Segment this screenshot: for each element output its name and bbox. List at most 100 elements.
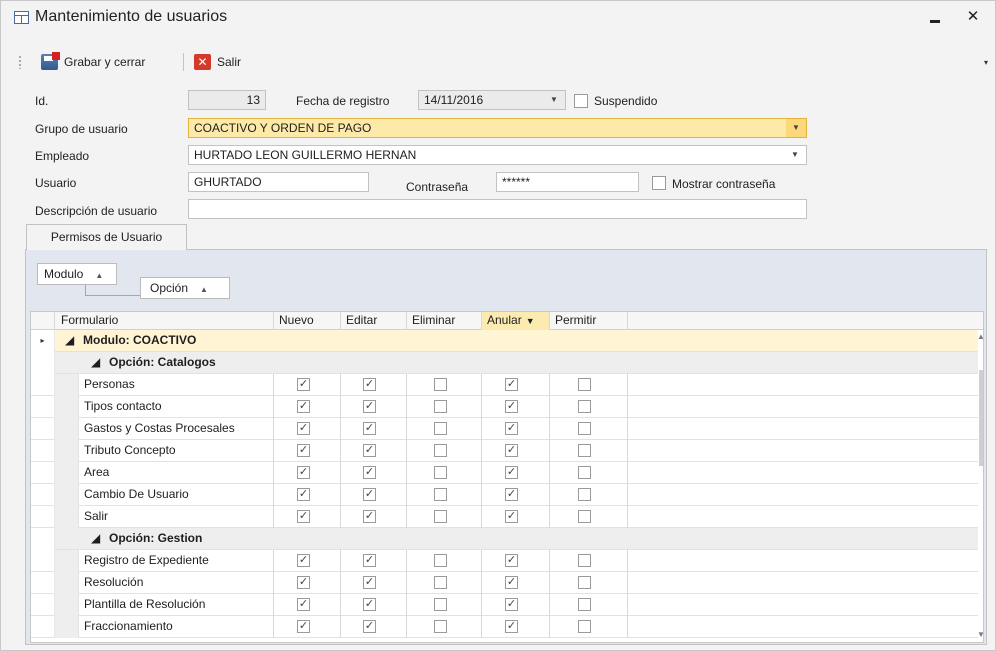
expand-icon[interactable]: ◢ [91,528,100,550]
group-row-modulo[interactable]: ▸ ◢ Modulo: COACTIVO [31,330,981,352]
table-row[interactable]: Tipos contacto ✓ ✓ ✓ [31,396,981,418]
column-header-editar[interactable]: Editar [341,312,407,330]
grupo-usuario-select[interactable]: COACTIVO Y ORDEN DE PAGO ▼ [188,118,807,138]
group-by-opcion-chip[interactable]: Opción ▲ [140,277,230,299]
column-header-nuevo[interactable]: Nuevo [274,312,341,330]
editar-checkbox[interactable]: ✓ [363,554,376,567]
editar-checkbox[interactable]: ✓ [363,378,376,391]
editar-checkbox[interactable]: ✓ [363,444,376,457]
nuevo-checkbox[interactable]: ✓ [297,378,310,391]
table-row[interactable]: Registro de Expediente ✓ ✓ ✓ [31,550,981,572]
editar-checkbox[interactable]: ✓ [363,466,376,479]
contrasena-input[interactable]: ****** [496,172,639,192]
suspendido-checkbox[interactable] [574,94,588,108]
anular-checkbox[interactable]: ✓ [505,598,518,611]
eliminar-checkbox[interactable] [434,620,447,633]
anular-checkbox[interactable]: ✓ [505,554,518,567]
anular-checkbox[interactable]: ✓ [505,620,518,633]
column-header-eliminar[interactable]: Eliminar [407,312,482,330]
eliminar-checkbox[interactable] [434,378,447,391]
anular-checkbox[interactable]: ✓ [505,466,518,479]
table-row[interactable]: Area ✓ ✓ ✓ [31,462,981,484]
editar-checkbox[interactable]: ✓ [363,576,376,589]
tab-permisos-usuario[interactable]: Permisos de Usuario [26,224,187,250]
scroll-thumb[interactable] [979,370,983,466]
table-row[interactable]: Plantilla de Resolución ✓ ✓ ✓ [31,594,981,616]
table-row[interactable]: Personas ✓ ✓ ✓ [31,374,981,396]
editar-checkbox[interactable]: ✓ [363,620,376,633]
nuevo-checkbox[interactable]: ✓ [297,598,310,611]
group-row-gestion[interactable]: ◢ Opción: Gestion [31,528,981,550]
filter-icon[interactable]: ▼ [526,316,535,326]
permitir-checkbox[interactable] [578,378,591,391]
anular-checkbox[interactable]: ✓ [505,488,518,501]
nuevo-checkbox[interactable]: ✓ [297,620,310,633]
group-by-modulo-chip[interactable]: Modulo ▲ [37,263,117,285]
table-row[interactable]: Tributo Concepto ✓ ✓ ✓ [31,440,981,462]
permitir-checkbox[interactable] [578,488,591,501]
eliminar-checkbox[interactable] [434,422,447,435]
permitir-checkbox[interactable] [578,400,591,413]
nuevo-checkbox[interactable]: ✓ [297,466,310,479]
chevron-down-icon[interactable]: ▼ [786,146,804,164]
nuevo-checkbox[interactable]: ✓ [297,488,310,501]
nuevo-checkbox[interactable]: ✓ [297,554,310,567]
eliminar-checkbox[interactable] [434,554,447,567]
column-header-permitir[interactable]: Permitir [550,312,628,330]
empleado-select[interactable]: HURTADO LEON GUILLERMO HERNAN ▼ [188,145,807,165]
permitir-checkbox[interactable] [578,422,591,435]
permitir-checkbox[interactable] [578,576,591,589]
anular-checkbox[interactable]: ✓ [505,510,518,523]
toolbar-overflow-icon[interactable]: ▾ [984,59,993,67]
nuevo-checkbox[interactable]: ✓ [297,400,310,413]
table-row[interactable]: Gastos y Costas Procesales ✓ ✓ ✓ [31,418,981,440]
expand-icon[interactable]: ◢ [91,352,100,374]
permitir-checkbox[interactable] [578,466,591,479]
mostrar-contrasena-checkbox[interactable] [652,176,666,190]
editar-checkbox[interactable]: ✓ [363,510,376,523]
editar-checkbox[interactable]: ✓ [363,598,376,611]
permitir-checkbox[interactable] [578,620,591,633]
anular-checkbox[interactable]: ✓ [505,400,518,413]
eliminar-checkbox[interactable] [434,400,447,413]
eliminar-checkbox[interactable] [434,598,447,611]
eliminar-checkbox[interactable] [434,466,447,479]
anular-checkbox[interactable]: ✓ [505,444,518,457]
anular-checkbox[interactable]: ✓ [505,576,518,589]
expand-icon[interactable]: ◢ [65,330,74,352]
fecha-registro-field[interactable]: 14/11/2016 ▼ [418,90,566,110]
chevron-down-icon[interactable]: ▼ [545,91,563,109]
anular-checkbox[interactable]: ✓ [505,378,518,391]
table-row[interactable]: Resolución ✓ ✓ ✓ [31,572,981,594]
editar-checkbox[interactable]: ✓ [363,422,376,435]
permitir-checkbox[interactable] [578,554,591,567]
permitir-checkbox[interactable] [578,444,591,457]
column-header-anular[interactable]: Anular ▼ [482,312,550,330]
usuario-input[interactable]: GHURTADO [188,172,369,192]
minimize-button[interactable] [923,3,947,29]
eliminar-checkbox[interactable] [434,444,447,457]
editar-checkbox[interactable]: ✓ [363,400,376,413]
toolbar-grip[interactable] [18,55,22,69]
table-row[interactable]: Fraccionamiento ✓ ✓ ✓ [31,616,981,638]
eliminar-checkbox[interactable] [434,488,447,501]
chevron-down-icon[interactable]: ▼ [786,119,806,137]
descripcion-input[interactable] [188,199,807,219]
permitir-checkbox[interactable] [578,510,591,523]
eliminar-checkbox[interactable] [434,510,447,523]
group-row-catalogos[interactable]: ◢ Opción: Catalogos [31,352,981,374]
scroll-down-icon[interactable]: ▼ [977,630,983,639]
permitir-checkbox[interactable] [578,598,591,611]
close-button[interactable]: ✕ [963,7,983,27]
nuevo-checkbox[interactable]: ✓ [297,576,310,589]
anular-checkbox[interactable]: ✓ [505,422,518,435]
editar-checkbox[interactable]: ✓ [363,488,376,501]
nuevo-checkbox[interactable]: ✓ [297,422,310,435]
save-and-close-button[interactable]: Grabar y cerrar [41,50,145,74]
exit-button[interactable]: ✕ Salir [194,50,241,74]
table-row[interactable]: Salir ✓ ✓ ✓ [31,506,981,528]
column-header-formulario[interactable]: Formulario [55,312,274,330]
eliminar-checkbox[interactable] [434,576,447,589]
scroll-up-icon[interactable]: ▲ [977,332,983,341]
table-row[interactable]: Cambio De Usuario ✓ ✓ ✓ [31,484,981,506]
